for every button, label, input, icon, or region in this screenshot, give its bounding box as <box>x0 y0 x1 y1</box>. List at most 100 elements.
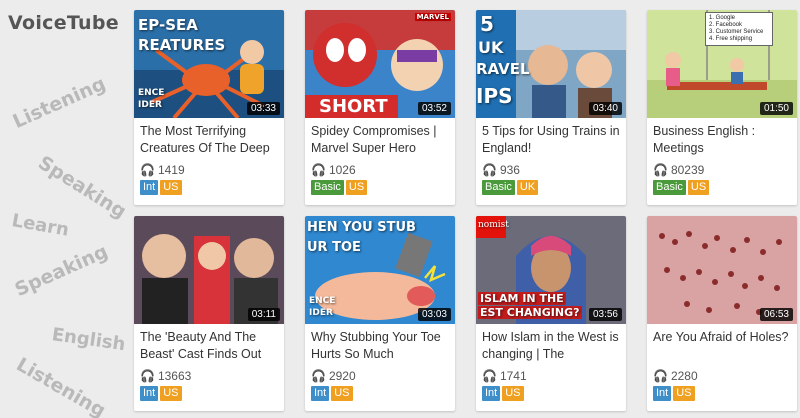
video-card[interactable]: HEN YOU STUB UR TOE ENCE IDER 03:03 Why … <box>305 216 455 411</box>
view-count-value: 936 <box>499 163 520 177</box>
video-title[interactable]: 5 Tips for Using Trains in England! <box>476 118 626 158</box>
accent-badge: UK <box>516 180 539 195</box>
view-count: 🎧 1741 <box>476 364 626 383</box>
thumb-text: UR TOE <box>307 240 361 255</box>
accent-badge: US <box>673 386 695 401</box>
level-badge: Int <box>140 386 159 401</box>
duration-badge: 03:03 <box>417 308 451 321</box>
level-badge: Int <box>482 386 501 401</box>
video-card[interactable]: nomist ISLAM IN THE EST CHANGING? 03:56 … <box>476 216 626 411</box>
accent-badge: US <box>345 180 368 195</box>
video-thumbnail[interactable]: SHORT MARVEL 03:52 <box>305 10 455 118</box>
view-count: 🎧 80239 <box>647 158 797 177</box>
video-card[interactable]: 03:11 The 'Beauty And The Beast' Cast Fi… <box>134 216 284 411</box>
video-card[interactable]: 1. Google 2. Facebook 3. Customer Servic… <box>647 10 797 205</box>
video-thumbnail[interactable]: 1. Google 2. Facebook 3. Customer Servic… <box>647 10 797 118</box>
side-word-speaking-2: Speaking <box>11 240 112 302</box>
thumb-text: IDER <box>309 308 333 318</box>
thumb-text: RAVEL <box>476 60 530 78</box>
accent-badge: US <box>160 386 182 401</box>
side-word-listening-1: Listening <box>9 72 109 134</box>
video-title[interactable]: Business English : Meetings <box>647 118 797 158</box>
accent-badge: US <box>687 180 710 195</box>
duration-badge: 03:33 <box>246 102 280 115</box>
view-count-value: 80239 <box>670 163 705 177</box>
video-title[interactable]: How Islam in the West is changing | The <box>476 324 626 364</box>
thumb-text: EST CHANGING? <box>478 306 582 319</box>
whiteboard-item: 3. Customer Service <box>709 29 764 35</box>
duration-badge: 01:50 <box>759 102 793 115</box>
level-badge: Basic <box>482 180 515 195</box>
level-badge: Int <box>653 386 672 401</box>
headphones-icon: 🎧 <box>140 369 155 383</box>
thumb-text: EP-SEA <box>138 16 198 34</box>
level-badge: Int <box>311 386 330 401</box>
duration-badge: 03:56 <box>588 308 622 321</box>
thumb-text: ENCE <box>138 88 165 98</box>
thumb-text: 5 <box>480 12 494 36</box>
thumb-text: IDER <box>138 100 162 110</box>
duration-badge: 06:53 <box>759 308 793 321</box>
headphones-icon: 🎧 <box>653 163 668 177</box>
duration-badge: 03:52 <box>417 102 451 115</box>
view-count-value: 2280 <box>670 369 698 383</box>
video-card[interactable]: 5 UK RAVEL IPS 03:40 5 Tips for Using Tr… <box>476 10 626 205</box>
side-word-english: English <box>50 324 127 356</box>
level-badge: Basic <box>653 180 686 195</box>
video-thumbnail[interactable]: 5 UK RAVEL IPS 03:40 <box>476 10 626 118</box>
video-title[interactable]: The 'Beauty And The Beast' Cast Finds Ou… <box>134 324 284 364</box>
headphones-icon: 🎧 <box>482 163 497 177</box>
view-count: 🎧 2280 <box>647 364 797 383</box>
headphones-icon: 🎧 <box>482 369 497 383</box>
view-count-value: 2920 <box>328 369 356 383</box>
level-badge: Int <box>140 180 159 195</box>
thumb-text: ENCE <box>309 296 336 306</box>
video-card[interactable]: EP-SEA REATURES ENCE IDER 03:33 The Most… <box>134 10 284 205</box>
view-count-value: 1419 <box>157 163 185 177</box>
view-count: 🎧 1419 <box>134 158 284 177</box>
thumb-text: IPS <box>476 84 513 108</box>
video-thumbnail[interactable]: 03:11 <box>134 216 284 324</box>
short-label: SHORT <box>305 95 398 118</box>
whiteboard-item: 2. Facebook <box>709 22 743 28</box>
headphones-icon: 🎧 <box>311 163 326 177</box>
view-count: 🎧 936 <box>476 158 626 177</box>
side-word-speaking-1: Speaking <box>34 151 131 223</box>
duration-badge: 03:11 <box>247 308 280 321</box>
thumb-text: nomist <box>478 220 509 230</box>
view-count-value: 13663 <box>157 369 192 383</box>
headphones-icon: 🎧 <box>311 369 326 383</box>
side-word-listening-2: Listening <box>12 353 110 418</box>
video-card[interactable]: 06:53 Are You Afraid of Holes? 🎧 2280 In… <box>647 216 797 411</box>
logo[interactable]: VoiceTube <box>8 12 119 34</box>
video-title[interactable]: Why Stubbing Your Toe Hurts So Much <box>305 324 455 364</box>
side-word-learn: Learn <box>10 210 71 241</box>
accent-badge: US <box>502 386 524 401</box>
thumb-text: REATURES <box>138 36 226 54</box>
video-thumbnail[interactable]: HEN YOU STUB UR TOE ENCE IDER 03:03 <box>305 216 455 324</box>
headphones-icon: 🎧 <box>140 163 155 177</box>
video-card[interactable]: SHORT MARVEL 03:52 Spidey Compromises | … <box>305 10 455 205</box>
whiteboard-item: 4. Free shipping <box>709 36 753 42</box>
thumb-text: ISLAM IN THE <box>478 292 566 305</box>
headphones-icon: 🎧 <box>653 369 668 383</box>
view-count: 🎧 2920 <box>305 364 455 383</box>
thumb-text: MARVEL <box>414 13 451 21</box>
whiteboard-item: 1. Google <box>709 15 736 21</box>
view-count: 🎧 1026 <box>305 158 455 177</box>
view-count-value: 1741 <box>499 369 527 383</box>
whiteboard-list: 1. Google 2. Facebook 3. Customer Servic… <box>705 12 773 46</box>
thumb-text: UK <box>478 38 504 57</box>
level-badge: Basic <box>311 180 344 195</box>
video-title[interactable]: Spidey Compromises | Marvel Super Hero <box>305 118 455 158</box>
video-title[interactable]: The Most Terrifying Creatures Of The Dee… <box>134 118 284 158</box>
video-thumbnail[interactable]: 06:53 <box>647 216 797 324</box>
view-count-value: 1026 <box>328 163 356 177</box>
video-thumbnail[interactable]: nomist ISLAM IN THE EST CHANGING? 03:56 <box>476 216 626 324</box>
view-count: 🎧 13663 <box>134 364 284 383</box>
video-title[interactable]: Are You Afraid of Holes? <box>647 324 797 364</box>
video-thumbnail[interactable]: EP-SEA REATURES ENCE IDER 03:33 <box>134 10 284 118</box>
duration-badge: 03:40 <box>588 102 622 115</box>
accent-badge: US <box>160 180 182 195</box>
accent-badge: US <box>331 386 353 401</box>
